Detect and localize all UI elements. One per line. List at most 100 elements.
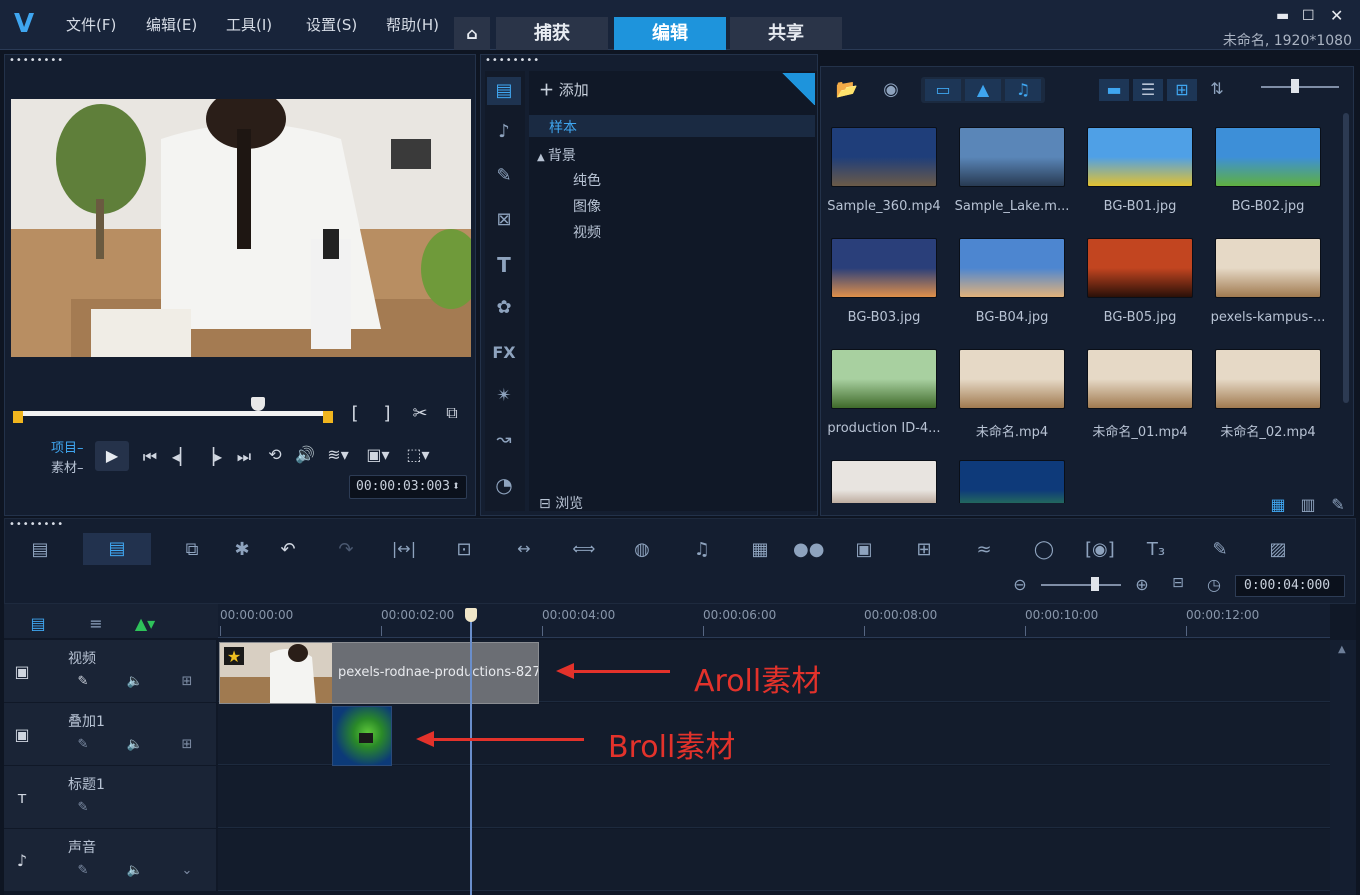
track-header[interactable]	[4, 766, 216, 828]
instant-project-icon[interactable]: ✎	[489, 165, 519, 186]
media-thumbnail[interactable]: BG-B03.jpg	[823, 234, 945, 338]
zoom-in-icon[interactable]: ⊕	[1131, 575, 1153, 594]
color-grading-icon[interactable]: ◍	[629, 539, 655, 560]
preview-window[interactable]	[11, 99, 471, 357]
go-to-start-icon[interactable]: ⏮	[139, 447, 161, 467]
media-thumbnail[interactable]	[823, 456, 945, 503]
timeline-playhead-handle[interactable]	[465, 608, 477, 622]
zoom-out-icon[interactable]: ⊖	[1009, 575, 1031, 594]
stabilize-icon[interactable]: [◉]	[1085, 539, 1115, 560]
scroll-up-icon[interactable]: ▲	[1338, 644, 1346, 655]
media-thumbnail[interactable]: Sample_Lake.m...	[951, 123, 1073, 227]
track-header[interactable]	[4, 703, 216, 765]
zoom-slider[interactable]	[1041, 584, 1121, 586]
crop-icon[interactable]: ⬚▾	[403, 445, 433, 464]
library-edit-icon[interactable]: ✎	[1327, 495, 1349, 514]
media-thumbnail[interactable]	[951, 456, 1073, 503]
browse-button[interactable]: ⊟ 浏览	[539, 493, 583, 513]
track-volume-icon[interactable]: 🔈	[124, 674, 146, 689]
home-tab[interactable]: ⌂	[454, 17, 490, 50]
list-view-icon[interactable]: ☰	[1133, 79, 1163, 101]
sort-icon[interactable]: ⇅	[1205, 79, 1229, 98]
scissors-icon[interactable]: ✂	[409, 403, 431, 424]
thumb-size-slider[interactable]	[1261, 86, 1339, 88]
show-all-tracks-icon[interactable]: ▤	[26, 614, 50, 633]
edit-icon[interactable]: ✎	[72, 674, 94, 689]
fit-timeline-icon[interactable]: ⊟	[1167, 575, 1189, 591]
clip-mode[interactable]: 素材–	[51, 457, 84, 476]
edit-icon[interactable]: ✎	[72, 863, 94, 878]
media-thumbnail[interactable]: Sample_360.mp4	[823, 123, 945, 227]
add-folder-button[interactable]: ＋ 添加	[539, 79, 589, 100]
hd-icon[interactable]: ≋▾	[323, 445, 353, 464]
batch-icon[interactable]: ▨	[1265, 539, 1291, 560]
clock-icon[interactable]: ◷	[1203, 575, 1225, 594]
menu-help[interactable]: 帮助(H)	[386, 14, 439, 35]
fit-project-icon[interactable]: |↔|	[389, 539, 419, 558]
tree-item-background[interactable]: ▲ 背景	[537, 145, 576, 165]
split-icon[interactable]: ↔	[509, 539, 539, 558]
close-icon[interactable]: ✕	[1330, 6, 1343, 25]
thumbnail-view-icon[interactable]: ▬	[1099, 79, 1129, 101]
redo-icon[interactable]: ↷	[333, 539, 359, 560]
speed-icon[interactable]: ◔	[489, 473, 519, 497]
repeat-icon[interactable]: ⟲	[263, 445, 287, 464]
media-library-icon[interactable]: ▤	[487, 77, 521, 105]
play-button[interactable]: ▶	[95, 441, 129, 471]
tab-capture[interactable]: 捕获	[496, 17, 608, 50]
track-volume-icon[interactable]: 🔈	[124, 863, 146, 878]
show-photo-icon[interactable]: ▲	[965, 79, 1001, 101]
media-thumbnail[interactable]: production ID-4...	[823, 345, 945, 449]
record-capture-icon[interactable]: ⊡	[451, 539, 477, 560]
chapter-icon[interactable]: ≡	[84, 614, 108, 633]
zoom-slider-handle[interactable]	[1091, 577, 1099, 591]
thumb-size-handle[interactable]	[1291, 79, 1299, 93]
aspect-ratio-icon[interactable]: ▣▾	[363, 445, 393, 464]
3d-title-icon[interactable]: T₃	[1141, 539, 1171, 560]
scrub-bar[interactable]	[15, 411, 333, 416]
capture-icon[interactable]: ◉	[879, 79, 903, 100]
audio-mixer-icon[interactable]: ♫	[689, 539, 715, 560]
menu-settings[interactable]: 设置(S)	[306, 14, 357, 35]
panel-grip[interactable]: ••••••••	[9, 55, 64, 66]
transition-icon[interactable]: ⊠	[489, 209, 519, 230]
tab-share[interactable]: 共享	[730, 17, 842, 50]
split-screen-icon[interactable]: ⊞	[911, 539, 937, 560]
menu-tools[interactable]: 工具(I)	[226, 14, 272, 35]
project-mode[interactable]: 项目–	[51, 437, 84, 456]
tab-edit[interactable]: 编辑	[614, 17, 726, 50]
timecode-field[interactable]: 00:00:03:003 ⬍	[349, 475, 467, 499]
media-thumbnail[interactable]: 未命名_02.mp4	[1207, 345, 1329, 449]
subtitle-icon[interactable]: ▣	[851, 539, 877, 560]
timecode-spinner-icon[interactable]: ⬍	[452, 479, 460, 494]
media-thumbnail[interactable]: 未命名.mp4	[951, 345, 1073, 449]
add-marker-icon[interactable]: ▲▾	[130, 614, 160, 633]
media-thumbnail[interactable]: BG-B02.jpg	[1207, 123, 1329, 227]
library-panel-icon[interactable]: ▥	[1297, 495, 1319, 514]
tree-item-sample[interactable]: 样本	[529, 115, 815, 137]
media-thumbnail[interactable]: BG-B04.jpg	[951, 234, 1073, 338]
track-volume-icon[interactable]: 🔈	[124, 737, 146, 752]
multicam-icon[interactable]: ▦	[747, 539, 773, 560]
tree-item-solid[interactable]: 纯色	[573, 170, 601, 190]
show-audio-icon[interactable]: ♫	[1005, 79, 1041, 101]
mask-icon[interactable]: ◯	[1031, 539, 1057, 560]
paint-icon[interactable]: ✎	[1207, 539, 1233, 560]
pin-icon[interactable]	[781, 73, 815, 105]
media-thumbnail[interactable]: pexels-kampus-...	[1207, 234, 1329, 338]
menu-edit[interactable]: 编辑(E)	[146, 14, 197, 35]
mark-out-icon[interactable]: ]	[377, 403, 397, 424]
audio-icon[interactable]: ♪	[489, 121, 519, 142]
overlay-clip[interactable]	[332, 706, 392, 766]
mark-in-handle[interactable]	[13, 411, 23, 423]
magic-icon[interactable]: ✴	[489, 385, 519, 406]
storyboard-view-icon[interactable]: ▤	[25, 539, 55, 560]
path-icon[interactable]: ↝	[489, 429, 519, 450]
mark-out-handle[interactable]	[323, 411, 333, 423]
timeline-ruler[interactable]: 00:00:00:00 00:00:02:00 00:00:04:00 00:00:0…	[218, 604, 1330, 638]
track-lane[interactable]	[218, 766, 1330, 828]
motion-icon[interactable]: ≈	[971, 539, 997, 560]
fx-icon[interactable]: FX	[489, 343, 519, 362]
tree-item-image[interactable]: 图像	[573, 196, 601, 216]
track-header[interactable]	[4, 640, 216, 702]
